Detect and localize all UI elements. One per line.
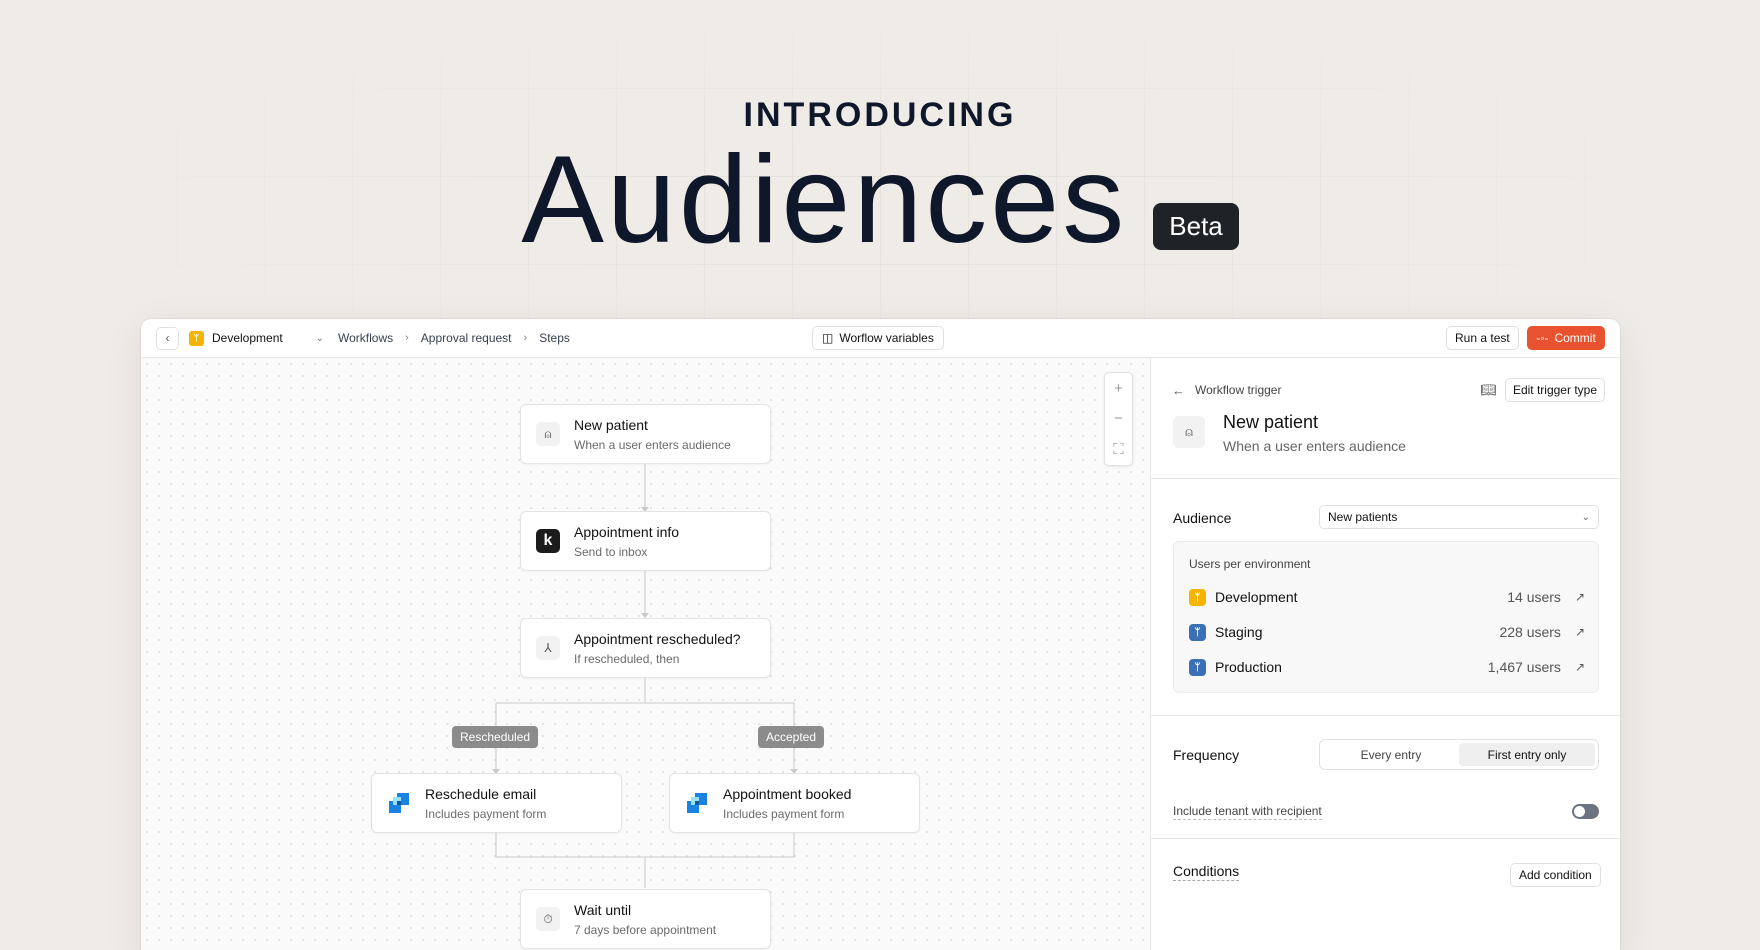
users-per-environment-title: Users per environment [1189,557,1311,571]
chevron-left-icon: ‹ [165,331,170,345]
timer-icon: ⏱ [536,907,560,931]
breadcrumb-workflows[interactable]: Workflows [338,331,393,345]
edit-trigger-type-button[interactable]: Edit trigger type [1504,378,1605,402]
arrow-left-icon[interactable]: ← [1172,383,1185,398]
frequency-toggle: Every entry First entry only [1319,739,1599,770]
environment-count: 14 users [1507,589,1561,605]
top-bar: ‹ ᛘ Development ⌄ Workflows › Approval r… [141,319,1620,358]
add-condition-button[interactable]: Add condition [1510,863,1601,887]
email-provider-icon [685,791,709,815]
node-wait-until[interactable]: ⏱ Wait until 7 days before appointment [520,889,771,949]
branch-icon: ⅄ [536,636,560,660]
k-logo-icon: k [536,529,560,553]
node-subtitle: When a user enters audience [574,437,731,452]
users-per-environment: Users per environment ᛘ Development 14 u… [1173,541,1599,693]
environment-name: Development [1215,589,1298,605]
zoom-in-icon[interactable]: + [1114,380,1123,397]
audience-select[interactable]: New patients ⌄ [1319,505,1599,529]
include-tenant-toggle[interactable] [1572,804,1599,819]
panel-header: ← Workflow trigger 📖︎ Edit trigger type [1172,378,1605,402]
environment-row-development[interactable]: ᛘ Development 14 users ↗ [1189,587,1585,607]
run-test-button[interactable]: Run a test [1446,326,1519,350]
edge [495,676,646,772]
edge [495,832,795,858]
divider [1151,838,1620,839]
environment-count: 228 users [1499,624,1561,640]
frequency-first-entry-only[interactable]: First entry only [1459,743,1595,766]
book-icon[interactable]: 📖︎ [1480,382,1497,398]
divider [1151,478,1620,479]
include-tenant-label: Include tenant with recipient [1173,804,1322,820]
chevron-down-icon: ⌄ [1581,511,1590,523]
node-title: Reschedule email [425,785,537,802]
node-new-patient[interactable]: ⍝ New patient When a user enters audienc… [520,404,771,464]
zoom-controls: + − ⛶ [1104,372,1133,466]
node-title: Appointment info [574,523,680,540]
node-title: Wait until [574,901,632,918]
environment-row-staging[interactable]: ᛘ Staging 228 users ↗ [1189,622,1585,642]
user-check-icon: ⍝ [1173,416,1205,448]
workflow-variables-label: Worflow variables [839,331,934,345]
chevron-right-icon: › [405,332,409,344]
frequency-label: Frequency [1173,747,1240,763]
hero-title: Audiences [521,131,1128,269]
environment-select[interactable]: ᛘ Development ⌄ [189,330,324,346]
branch-icon: ᛘ [1189,623,1206,641]
node-subtitle: Includes payment form [425,806,547,821]
trigger-subtitle: When a user enters audience [1223,438,1406,454]
breadcrumb-approval-request[interactable]: Approval request [421,331,512,345]
node-appointment-rescheduled[interactable]: ⅄ Appointment rescheduled? If reschedule… [520,618,771,678]
beta-badge: Beta [1153,203,1239,250]
branch-icon: ᛘ [1189,658,1206,676]
node-reschedule-email[interactable]: Reschedule email Includes payment form [371,773,622,833]
breadcrumb-steps[interactable]: Steps [539,331,570,345]
frequency-every-entry[interactable]: Every entry [1323,743,1459,766]
chevron-right-icon: › [523,332,528,344]
node-title: Appointment booked [723,785,852,802]
branch-icon: ᛘ [1189,588,1206,606]
conditions-label: Conditions [1173,863,1240,881]
divider [1151,715,1620,716]
node-subtitle: Includes payment form [723,806,845,821]
commit-label: Commit [1554,331,1596,345]
audience-label: Audience [1173,510,1232,526]
branch-label-accepted: Accepted [758,726,825,748]
workflow-variables-button[interactable]: ◫ Worflow variables [812,326,944,350]
audience-select-value: New patients [1328,510,1398,524]
trigger-panel: ← Workflow trigger 📖︎ Edit trigger type … [1151,358,1620,950]
branch-icon: ᛘ [189,330,204,346]
node-title: Appointment rescheduled? [574,630,741,647]
branch-label-rescheduled: Rescheduled [452,726,539,748]
fit-view-icon[interactable]: ⛶ [1113,441,1124,458]
breadcrumb: Workflows › Approval request › Steps [338,331,570,345]
chevron-down-icon: ⌄ [315,332,324,344]
zoom-out-icon[interactable]: − [1114,410,1123,427]
hero-title-row: Audiences Beta [0,138,1760,262]
workflow-canvas[interactable]: ⍝ New patient When a user enters audienc… [141,358,1151,950]
arrow-up-right-icon[interactable]: ↗ [1575,660,1585,674]
commit-icon: -◦- [1536,331,1549,345]
node-subtitle: Send to inbox [574,544,648,559]
back-button[interactable]: ‹ [156,326,179,350]
environment-name: Production [1215,659,1282,675]
commit-button[interactable]: -◦- Commit [1527,326,1605,350]
trigger-title: New patient [1223,412,1319,432]
email-provider-icon [387,791,411,815]
environment-name: Staging [1215,624,1263,640]
arrow-up-right-icon[interactable]: ↗ [1575,590,1585,604]
node-appointment-info[interactable]: k Appointment info Send to inbox [520,511,771,571]
node-title: New patient [574,416,648,433]
environment-count: 1,467 users [1487,659,1561,675]
arrow-up-right-icon[interactable]: ↗ [1575,625,1585,639]
node-subtitle: If rescheduled, then [574,651,680,666]
user-check-icon: ⍝ [536,422,560,446]
panel-header-label: Workflow trigger [1195,383,1282,397]
panel-icon: ◫ [822,331,834,345]
node-appointment-booked[interactable]: Appointment booked Includes payment form [669,773,920,833]
app-window: ‹ ᛘ Development ⌄ Workflows › Approval r… [141,319,1620,950]
environment-select-value: Development [212,331,283,345]
node-subtitle: 7 days before appointment [574,922,717,937]
hero-eyebrow: INTRODUCING [743,96,1017,134]
environment-row-production[interactable]: ᛘ Production 1,467 users ↗ [1189,657,1585,677]
